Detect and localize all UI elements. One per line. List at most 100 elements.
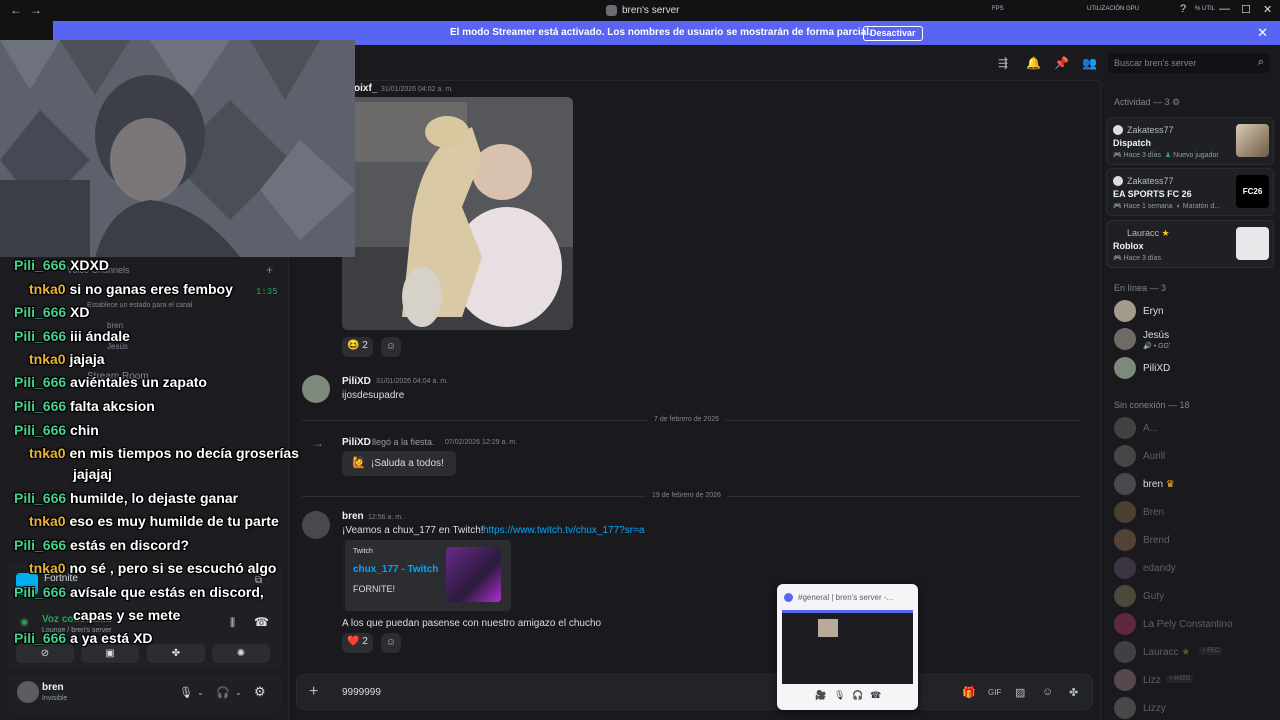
- member-name[interactable]: Aurill: [1143, 451, 1165, 462]
- member-avatar[interactable]: [1114, 328, 1136, 350]
- activities-button[interactable]: ✤: [147, 644, 205, 663]
- embed-description: FORNITE!: [353, 584, 395, 594]
- apps-icon[interactable]: ✤: [1069, 686, 1078, 699]
- pip-camera-icon[interactable]: 🎥: [815, 690, 826, 701]
- activity-card[interactable]: Lauracc ★ Roblox 🎮 Hace 3 días: [1106, 220, 1274, 268]
- embed-title[interactable]: chux_177 - Twitch: [353, 564, 438, 575]
- gpu-label: UTILIZACIÓN GPU: [1087, 6, 1140, 12]
- threads-icon[interactable]: ⇶: [998, 56, 1008, 70]
- emoji-icon[interactable]: ☺: [1042, 686, 1053, 698]
- add-reaction-icon[interactable]: ☺: [381, 337, 401, 357]
- user-name[interactable]: bren: [42, 682, 64, 693]
- maximize-button[interactable]: ☐: [1241, 3, 1251, 16]
- pip-disconnect-icon[interactable]: ☎: [870, 690, 881, 701]
- close-window-button[interactable]: ✕: [1263, 3, 1272, 16]
- avatar[interactable]: [302, 375, 330, 403]
- headphones-chevron-down-icon[interactable]: ⌄: [235, 688, 242, 697]
- embed-thumbnail[interactable]: [446, 547, 501, 602]
- stream-chat-text: estás en discord?: [70, 537, 190, 553]
- headphones-icon[interactable]: 🎧: [216, 686, 230, 699]
- reaction-laugh[interactable]: 😆 2: [342, 337, 373, 357]
- pin-icon[interactable]: 📌: [1054, 56, 1069, 70]
- member-name[interactable]: Lizzy: [1143, 703, 1166, 714]
- member-name[interactable]: Lizz: [1143, 675, 1161, 686]
- noise-suppression-icon[interactable]: ⫼: [230, 617, 235, 630]
- reaction-heart[interactable]: ❤️ 2: [342, 633, 373, 653]
- bell-icon[interactable]: 🔔: [1026, 56, 1041, 70]
- forward-arrow-icon[interactable]: →: [30, 3, 50, 17]
- mic-icon[interactable]: 🎙: [179, 686, 193, 699]
- avatar[interactable]: [302, 511, 330, 539]
- add-attachment-icon[interactable]: +: [309, 683, 318, 701]
- wave-button[interactable]: 🙋 ¡Saluda a todos!: [342, 451, 456, 476]
- user-avatar[interactable]: [17, 681, 39, 703]
- member-name[interactable]: Jesús: [1143, 330, 1169, 341]
- message-author[interactable]: PiliXD: [342, 376, 371, 387]
- pip-preview[interactable]: [782, 610, 913, 684]
- member-name[interactable]: bren ♛: [1143, 479, 1175, 490]
- member-avatar[interactable]: [1114, 300, 1136, 322]
- pip-headphones-icon[interactable]: 🎧: [852, 690, 863, 701]
- message-link[interactable]: https://www.twitch.tv/chux_177?sr=a: [483, 525, 644, 536]
- member-name[interactable]: Bren: [1143, 507, 1164, 518]
- member-name[interactable]: Lauracc ★: [1143, 647, 1190, 658]
- add-reaction-icon[interactable]: ☺: [381, 633, 401, 653]
- gift-icon[interactable]: 🎁: [962, 686, 976, 699]
- signal-icon: ◉: [20, 617, 29, 628]
- message-image-attachment[interactable]: [342, 97, 573, 330]
- activity-card[interactable]: Zakatess77 EA SPORTS FC 26 🎮 Hace 1 sema…: [1106, 168, 1274, 216]
- sticker-icon[interactable]: ▨: [1015, 686, 1025, 699]
- gear-icon[interactable]: ⚙: [254, 684, 266, 700]
- soundboard-button[interactable]: ✺: [212, 644, 270, 663]
- member-avatar[interactable]: [1114, 557, 1136, 579]
- activity-game: EA SPORTS FC 26: [1113, 189, 1192, 199]
- search-input[interactable]: Buscar bren's server ⌕: [1108, 53, 1270, 73]
- member-name[interactable]: Eryn: [1143, 306, 1164, 317]
- message-author[interactable]: PiliXD: [342, 437, 371, 448]
- minimize-button[interactable]: —: [1219, 3, 1230, 15]
- member-avatar[interactable]: [1114, 697, 1136, 719]
- member-avatar[interactable]: [1114, 585, 1136, 607]
- message-author[interactable]: oixf_: [354, 83, 377, 94]
- member-avatar[interactable]: [1114, 669, 1136, 691]
- member-name[interactable]: PiliXD: [1143, 363, 1170, 374]
- stream-chat-line: Pili_666 XDXD: [14, 257, 109, 273]
- member-name[interactable]: La Pely Constantino: [1143, 619, 1233, 630]
- mic-chevron-down-icon[interactable]: ⌄: [197, 688, 204, 697]
- member-avatar[interactable]: [1114, 613, 1136, 635]
- camera-off-button[interactable]: ⊘: [16, 644, 74, 663]
- members-icon[interactable]: 👥: [1082, 56, 1097, 70]
- activity-card[interactable]: Zakatess77 Dispatch 🎮 Hace 3 días ♟ Nuev…: [1106, 117, 1274, 165]
- member-name-text: Lauracc: [1143, 647, 1179, 658]
- member-name[interactable]: Guty: [1143, 591, 1164, 602]
- pip-mic-icon[interactable]: 🎙: [834, 690, 845, 701]
- stream-chat-line: capas y se mete: [73, 607, 180, 623]
- nav-arrows[interactable]: ←→: [10, 3, 50, 17]
- member-avatar[interactable]: [1114, 473, 1136, 495]
- stream-chat-text: jajaja: [69, 351, 105, 367]
- composer-input[interactable]: 9999999: [342, 687, 381, 698]
- member-avatar[interactable]: [1114, 445, 1136, 467]
- activity-settings-gear-icon[interactable]: ⚙: [1172, 97, 1180, 108]
- message-author[interactable]: bren: [342, 511, 364, 522]
- member-avatar[interactable]: [1114, 501, 1136, 523]
- disable-streamer-button[interactable]: Desactivar: [863, 26, 923, 41]
- banner-close-icon[interactable]: ✕: [1257, 25, 1268, 41]
- member-avatar[interactable]: [1114, 529, 1136, 551]
- member-name[interactable]: Brend: [1143, 535, 1170, 546]
- help-icon[interactable]: ?: [1180, 3, 1186, 15]
- add-channel-icon[interactable]: +: [266, 263, 273, 277]
- member-name[interactable]: edandy: [1143, 563, 1176, 574]
- member-avatar[interactable]: [1114, 357, 1136, 379]
- member-name[interactable]: A...: [1143, 423, 1158, 434]
- gif-icon[interactable]: GIF: [988, 688, 1001, 697]
- game-thumbnail: [1236, 124, 1269, 157]
- pip-window[interactable]: #general | bren's server -... 🎥 🎙 🎧 ☎: [777, 584, 918, 710]
- disconnect-icon[interactable]: ☎: [254, 615, 269, 629]
- back-arrow-icon[interactable]: ←: [10, 3, 30, 17]
- share-screen-button[interactable]: ▣: [81, 644, 139, 663]
- stream-chat-text: en mis tiempos no decía groserías: [69, 445, 299, 461]
- channel-status-hint[interactable]: Establece un estado para el canal: [87, 302, 192, 309]
- member-avatar[interactable]: [1114, 641, 1136, 663]
- member-avatar[interactable]: [1114, 417, 1136, 439]
